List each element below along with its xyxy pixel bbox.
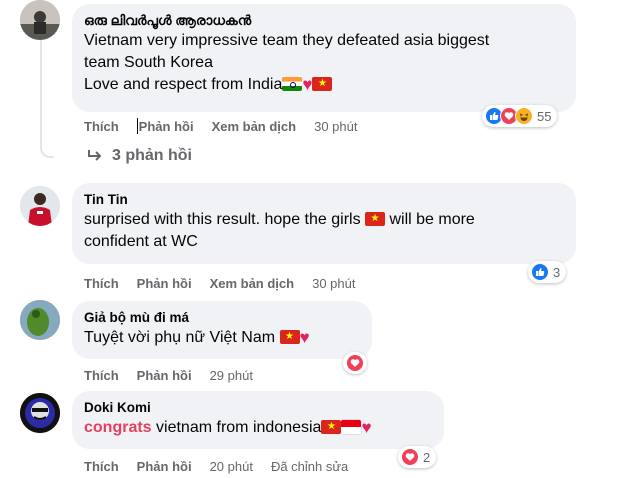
comment-actions: Thích Phản hồi Xem bản dịch 30 phút: [84, 117, 375, 135]
avatar[interactable]: [20, 300, 60, 340]
timestamp[interactable]: 29 phút: [210, 368, 253, 383]
comment-text-fragment: vietnam from indonesia: [151, 419, 322, 436]
comment-author[interactable]: Tin Tin: [84, 191, 564, 209]
like-button[interactable]: Thích: [84, 368, 119, 383]
red-heart-icon: ♥: [299, 328, 310, 347]
comment-author[interactable]: ഒരു ലിവർപൂൾ ആരാധകൻ: [84, 12, 564, 30]
reaction-count: 55: [537, 108, 552, 124]
like-button[interactable]: Thích: [84, 459, 119, 474]
comment-text-fragment: Tuyệt vời phụ nữ Việt Nam: [84, 329, 280, 346]
vietnam-flag-icon: [321, 420, 342, 434]
comment-text-line: Tuyệt vời phụ nữ Việt Nam ♥: [84, 327, 360, 349]
vietnam-flag-icon: [279, 330, 300, 344]
comment-text-fragment: surprised with this result. hope the gir…: [84, 211, 366, 228]
comment-text-line: team South Korea: [84, 54, 213, 71]
reaction-count: 3: [553, 264, 561, 280]
comment-actions: Thích Phản hồi Xem bản dịch 30 phút: [84, 274, 373, 292]
like-button[interactable]: Thích: [84, 119, 119, 134]
love-reaction-icon: [346, 354, 364, 372]
edited-label: Đã chỉnh sửa: [270, 458, 349, 474]
comment-text-fragment: will be more: [385, 211, 475, 228]
reaction-summary[interactable]: 2: [398, 446, 437, 468]
vietnam-flag-icon: [312, 77, 333, 91]
see-translation-button[interactable]: Xem bản dịch: [210, 276, 295, 291]
comment-text-line: surprised with this result. hope the gir…: [84, 209, 564, 231]
red-heart-icon: ♥: [302, 75, 313, 94]
timestamp[interactable]: 30 phút: [312, 276, 355, 291]
comment-text-fragment: Love and respect from India: [84, 76, 283, 93]
reaction-summary[interactable]: 3: [528, 261, 567, 283]
reply-arrow-icon: [88, 150, 102, 161]
reply-button[interactable]: Phản hồi: [137, 276, 192, 291]
comment-text-line: Vietnam very impressive team they defeat…: [84, 32, 490, 49]
avatar-image-icon: [20, 0, 60, 40]
comment-text-line: congrats vietnam from indonesia ♥: [84, 417, 432, 439]
like-button[interactable]: Thích: [84, 276, 119, 291]
see-translation-button[interactable]: Xem bản dịch: [212, 119, 297, 134]
vietnam-flag-icon: [365, 212, 386, 226]
comment-bubble: Tin Tin surprised with this result. hope…: [72, 183, 576, 264]
thread-connector: [40, 144, 54, 158]
comment-bubble: Doki Komi congrats vietnam from indonesi…: [72, 391, 444, 449]
avatar[interactable]: [20, 186, 60, 226]
reaction-count: 2: [423, 449, 431, 465]
comment-text: Vietnam very impressive team they defeat…: [84, 30, 564, 96]
comment-text: surprised with this result. hope the gir…: [84, 209, 564, 253]
comment-text-line: confident at WC: [84, 233, 198, 250]
like-reaction-icon: [531, 263, 549, 281]
reply-button[interactable]: Phản hồi: [139, 119, 194, 134]
avatar-image-icon: [20, 186, 60, 226]
text-cursor: [136, 118, 138, 134]
timestamp[interactable]: 30 phút: [314, 119, 357, 134]
timestamp[interactable]: 20 phút: [210, 459, 253, 474]
highlighted-word: congrats: [84, 419, 152, 436]
india-flag-icon: [282, 77, 303, 91]
love-reaction-icon: [401, 448, 419, 466]
view-replies-link[interactable]: 3 phản hồi: [86, 147, 192, 165]
indonesia-flag-icon: [341, 420, 362, 434]
reply-button[interactable]: Phản hồi: [137, 459, 192, 474]
comment-author[interactable]: Doki Komi: [84, 399, 432, 417]
comment-actions: Thích Phản hồi 29 phút: [84, 366, 271, 384]
comment-text: congrats vietnam from indonesia ♥: [84, 417, 432, 439]
reply-button[interactable]: Phản hồi: [137, 368, 192, 383]
replies-count-label: 3 phản hồi: [112, 147, 192, 164]
comment-bubble: Giả bộ mù đi má Tuyệt vời phụ nữ Việt Na…: [72, 301, 372, 359]
comment-author[interactable]: Giả bộ mù đi má: [84, 309, 360, 327]
avatar[interactable]: [20, 0, 60, 40]
reaction-summary[interactable]: 55: [482, 105, 558, 127]
comment-text-line: Love and respect from India ♥: [84, 74, 564, 96]
comment-bubble: ഒരു ലിവർപൂൾ ആരാധകൻ Vietnam very impressi…: [72, 4, 576, 112]
comment-actions: Thích Phản hồi 20 phút Đã chỉnh sửa: [84, 457, 348, 475]
haha-reaction-icon: [515, 107, 533, 125]
avatar-image-icon: [20, 300, 60, 340]
avatar[interactable]: [20, 393, 60, 433]
avatar-image-icon: [20, 393, 60, 433]
reaction-summary[interactable]: [343, 352, 367, 374]
comment-text: Tuyệt vời phụ nữ Việt Nam ♥: [84, 327, 360, 349]
red-heart-icon: ♥: [361, 418, 372, 437]
